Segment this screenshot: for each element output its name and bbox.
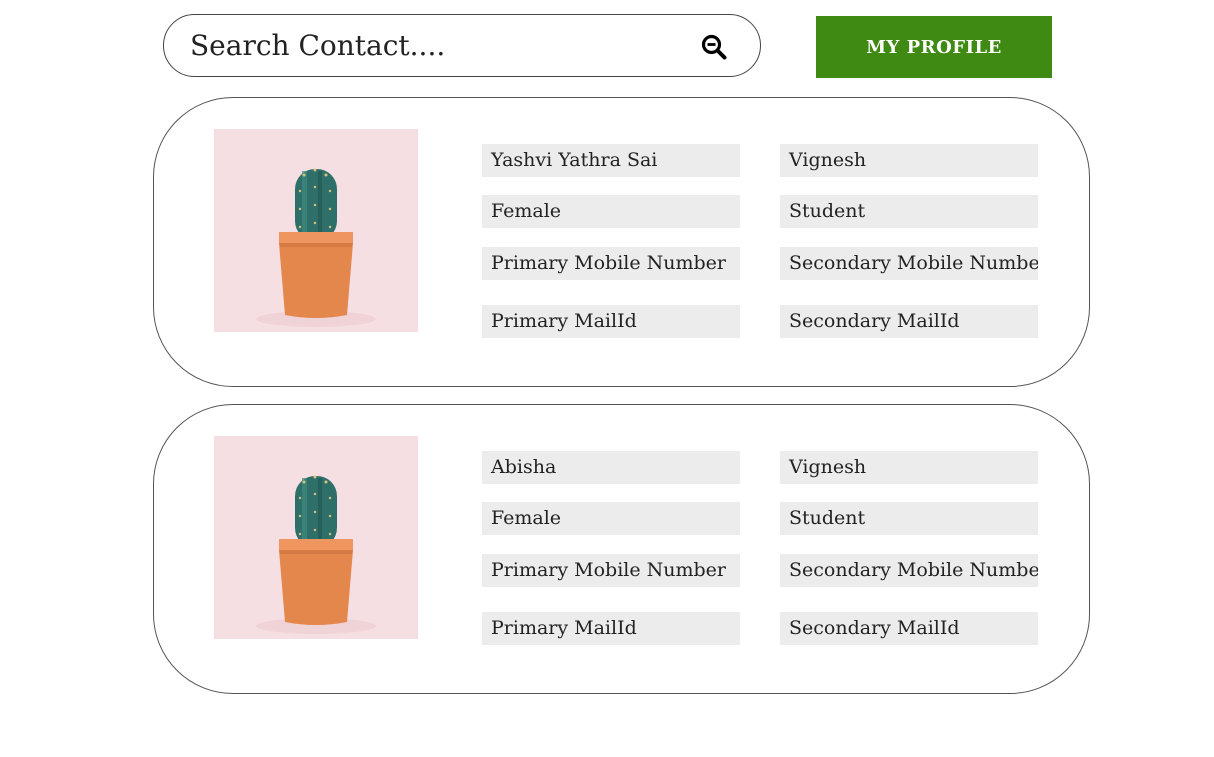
contact-gender: Female xyxy=(482,502,740,535)
contact-secondary-mobile: Secondary Mobile Number xyxy=(780,554,1038,587)
contact-gender: Female xyxy=(482,195,740,228)
contact-primary-mail: Primary MailId xyxy=(482,305,740,338)
contact-secondary-mail: Secondary MailId xyxy=(780,612,1038,645)
contact-relation: Vignesh xyxy=(780,451,1038,484)
contact-name: Abisha xyxy=(482,451,740,484)
contact-photo xyxy=(214,436,418,639)
contact-relation: Vignesh xyxy=(780,144,1038,177)
contact-occupation: Student xyxy=(780,195,1038,228)
contact-card[interactable]: Abisha Vignesh Female Student Primary Mo… xyxy=(153,404,1090,694)
contact-primary-mail: Primary MailId xyxy=(482,612,740,645)
my-profile-button[interactable]: MY PROFILE xyxy=(816,16,1052,78)
contacts-page: MY PROFILE Yashvi Yathra Sai xyxy=(0,0,1214,757)
search-input[interactable] xyxy=(190,23,670,67)
contact-photo xyxy=(214,129,418,332)
contact-primary-mobile: Primary Mobile Number xyxy=(482,554,740,587)
search-bar xyxy=(163,14,761,77)
contact-primary-mobile: Primary Mobile Number xyxy=(482,247,740,280)
contact-card[interactable]: Yashvi Yathra Sai Vignesh Female Student… xyxy=(153,97,1090,387)
contact-secondary-mail: Secondary MailId xyxy=(780,305,1038,338)
contact-occupation: Student xyxy=(780,502,1038,535)
contact-secondary-mobile: Secondary Mobile Number xyxy=(780,247,1038,280)
cactus-image xyxy=(214,129,418,332)
cactus-image xyxy=(214,436,418,639)
search-icon[interactable] xyxy=(700,33,728,61)
contact-name: Yashvi Yathra Sai xyxy=(482,144,740,177)
